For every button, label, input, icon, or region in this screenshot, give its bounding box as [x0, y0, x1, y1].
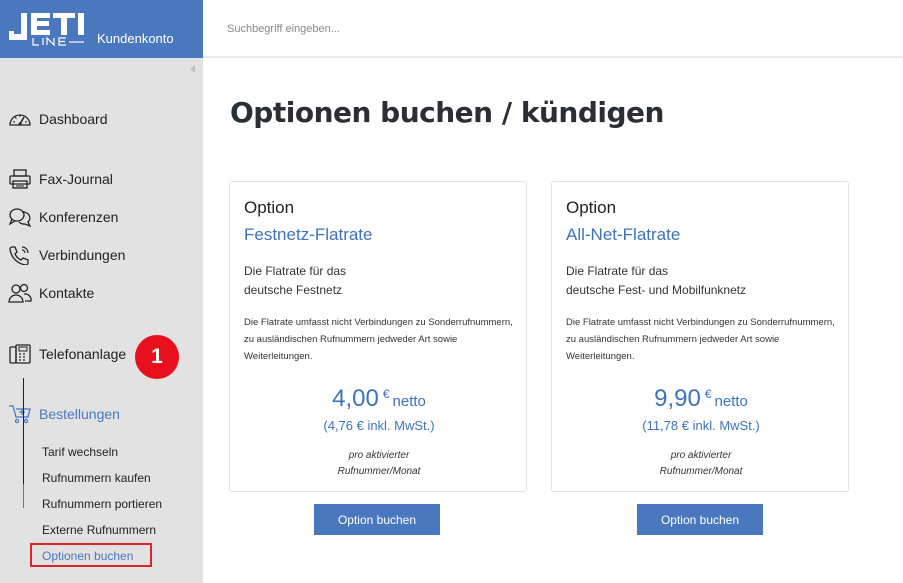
card-description-line: deutsche Festnetz	[244, 283, 343, 297]
option-card-all-net: Option All-Net-Flatrate Die Flatrate für…	[551, 181, 849, 492]
submenu-item-externe-rufnummern[interactable]: Externe Rufnummern	[42, 523, 156, 537]
brand-header: Kundenkonto	[0, 0, 203, 58]
book-option-festnetz-button[interactable]: Option buchen	[314, 504, 440, 535]
book-option-all-net-button[interactable]: Option buchen	[637, 504, 763, 535]
price-currency: €	[704, 387, 712, 401]
submenu-item-rufnummern-kaufen[interactable]: Rufnummern kaufen	[42, 471, 151, 485]
phone-system-icon	[9, 344, 31, 364]
dashboard-gauge-icon	[9, 114, 31, 126]
brand-subtitle: Kundenkonto	[97, 31, 174, 46]
page-title: Optionen buchen / kündigen	[230, 96, 664, 129]
card-kicker: Option	[244, 198, 295, 217]
sidebar-item-label: Kontakte	[39, 285, 95, 301]
card-description-line: Die Flatrate für das	[244, 264, 347, 278]
price-value: 9,90	[654, 385, 701, 412]
price-unit: pro aktivierter Rufnummer/Monat	[552, 448, 850, 480]
price-netto: netto	[714, 393, 748, 410]
collapse-sidebar-icon[interactable]	[190, 65, 195, 73]
price-unit: pro aktivierter Rufnummer/Monat	[230, 448, 528, 480]
card-description-line: Die Flatrate für das	[566, 264, 669, 278]
sidebar-item-label: Telefonanlage	[39, 346, 127, 362]
step-number-badge: 1	[135, 335, 179, 379]
card-price: 9,90 € netto	[552, 385, 850, 413]
price-unit-line: Rufnummer/Monat	[337, 466, 421, 477]
price-gross: (11,78 € inkl. MwSt.)	[642, 418, 760, 433]
price-unit-line: Rufnummer/Monat	[659, 466, 743, 477]
sidebar-item-konferenzen[interactable]: Konferenzen	[0, 202, 203, 232]
card-description-line: deutsche Fest- und Mobilfunknetz	[566, 283, 747, 297]
conference-icon	[8, 208, 32, 227]
sidebar-item-label: Verbindungen	[39, 247, 126, 263]
sidebar-item-label: Bestellungen	[39, 406, 120, 422]
card-option-name: Festnetz-Flatrate	[244, 225, 373, 244]
sidebar-item-label: Fax-Journal	[39, 171, 113, 187]
jeti-line-logo[interactable]	[7, 9, 87, 47]
option-card-festnetz: Option Festnetz-Flatrate Die Flatrate fü…	[229, 181, 527, 492]
sidebar-item-kontakte[interactable]: Kontakte	[0, 278, 203, 308]
fax-icon	[9, 169, 31, 189]
sidebar-item-label: Dashboard	[39, 111, 108, 127]
sidebar-item-dashboard[interactable]: Dashboard	[0, 104, 203, 134]
cart-icon	[9, 405, 31, 424]
sidebar-item-fax-journal[interactable]: Fax-Journal	[0, 164, 203, 194]
card-description: Die Flatrate für das deutsche Festnetz	[244, 262, 519, 300]
price-value: 4,00	[332, 385, 379, 412]
submenu-line-active	[23, 484, 24, 508]
card-description: Die Flatrate für das deutsche Fest- und …	[566, 262, 841, 300]
phone-connections-icon	[9, 246, 29, 265]
price-gross: (4,76 € inkl. MwSt.)	[323, 418, 435, 433]
sidebar-item-label: Konferenzen	[39, 209, 119, 225]
price-unit-line: pro aktivierter	[348, 450, 410, 461]
search-bar	[203, 0, 903, 58]
card-price: 4,00 € netto	[230, 385, 528, 413]
submenu-item-rufnummern-portieren[interactable]: Rufnummern portieren	[42, 497, 162, 511]
contacts-icon	[8, 283, 32, 303]
search-input[interactable]	[227, 19, 827, 39]
price-netto: netto	[392, 393, 426, 410]
highlight-box	[30, 543, 152, 567]
card-note: Die Flatrate umfasst nicht Verbindungen …	[566, 317, 835, 362]
card-option-name: All-Net-Flatrate	[566, 225, 681, 244]
card-note: Die Flatrate umfasst nicht Verbindungen …	[244, 317, 513, 362]
card-kicker: Option	[566, 198, 617, 217]
price-unit-line: pro aktivierter	[670, 450, 732, 461]
price-currency: €	[382, 387, 390, 401]
submenu-item-tarif-wechseln[interactable]: Tarif wechseln	[42, 445, 118, 459]
sidebar-item-verbindungen[interactable]: Verbindungen	[0, 240, 203, 270]
sidebar-item-bestellungen[interactable]: Bestellungen	[0, 399, 203, 429]
